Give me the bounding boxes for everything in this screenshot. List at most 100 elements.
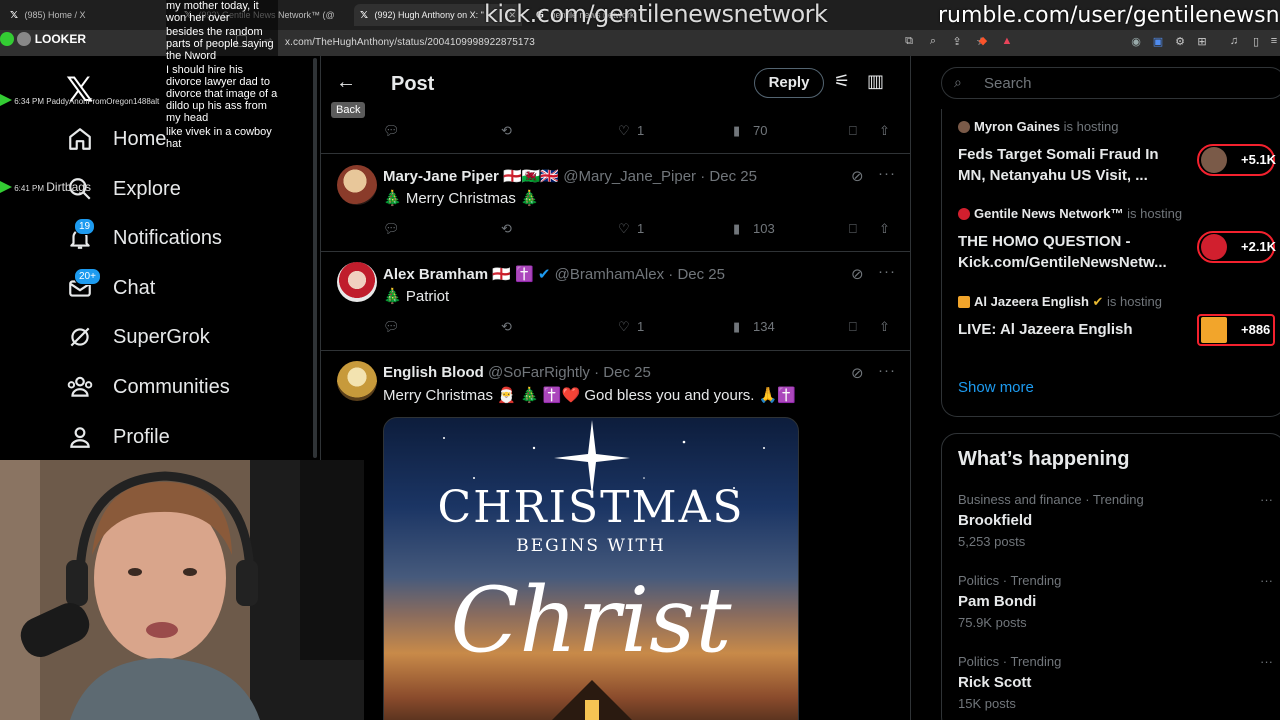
tweet-date[interactable]: Dec 25 [709, 168, 757, 185]
trend-name[interactable]: Rick Scott [958, 674, 1031, 691]
like-icon[interactable]: ♡ [618, 319, 630, 335]
avatar[interactable] [337, 165, 377, 205]
like-count: 1 [637, 123, 645, 138]
reply-icon[interactable]: 💬︎ [383, 221, 400, 237]
extension-icon[interactable]: ◉ [1128, 35, 1144, 48]
live-host-row[interactable]: Gentile News Network™ is hosting [958, 206, 1182, 221]
live-listeners-pill[interactable]: +886 [1197, 314, 1275, 346]
brave-shield-icon[interactable]: ◆ [975, 34, 991, 47]
reply-icon[interactable]: 💬︎ [383, 319, 400, 335]
avatar [17, 32, 32, 46]
like-icon[interactable]: ♡ [618, 123, 630, 139]
share-icon[interactable]: ⇪ [949, 35, 965, 48]
brave-rewards-icon[interactable]: ▲ [999, 35, 1015, 47]
grok-icon[interactable]: ⊘ [851, 265, 864, 283]
sidebar-item-communities[interactable]: Communities [64, 367, 230, 407]
avatar[interactable] [337, 262, 377, 302]
extension-icon[interactable]: ⚙ [1172, 35, 1188, 48]
retweet-icon[interactable]: ⟲ [501, 319, 512, 335]
author-name[interactable]: Alex Bramham [383, 266, 488, 283]
viewer-name: Dirtbags [46, 180, 91, 194]
live-listeners-pill[interactable]: +5.1K [1197, 144, 1277, 176]
chat-message: besides the random parts of people sayin… [166, 26, 274, 62]
views-icon[interactable]: ▮ [733, 123, 740, 139]
bookmark-icon[interactable]: ⎕ [849, 221, 857, 237]
reply-tweet[interactable]: Mary-Jane Piper 🏴󠁧󠁢󠁥󠁮󠁧󠁿🏴󠁧󠁢󠁷󠁬󠁳󠁿🇬🇧 @Mary_J… [321, 154, 910, 251]
live-listeners-pill[interactable]: +2.1K [1197, 231, 1276, 263]
home-icon [64, 123, 96, 155]
like-icon[interactable]: ♡ [618, 221, 630, 237]
address-url[interactable]: x.com/TheHughAnthony/status/200410999892… [285, 37, 535, 48]
media-icon[interactable]: ♫ [1226, 35, 1242, 47]
avatar [958, 296, 970, 308]
verified-gold-badge-icon: ✔ [1092, 294, 1104, 309]
tweet-text: Merry Christmas 🎅 🎄 ✝️❤️ God bless you a… [383, 387, 796, 404]
author-handle[interactable]: @Mary_Jane_Piper [563, 168, 696, 185]
sidebar-item-home[interactable]: Home [64, 119, 166, 159]
like-count: 1 [637, 221, 645, 236]
retweet-icon[interactable]: ⟲ [501, 123, 512, 139]
open-in-icon[interactable]: ⧉ [901, 35, 917, 48]
sidebar-scrollbar[interactable] [313, 58, 317, 458]
grok-icon[interactable]: ⊘ [851, 167, 864, 185]
grok-icon[interactable]: ⊘ [851, 364, 864, 382]
live-title[interactable]: Feds Target Somali Fraud In MN, Netanyah… [958, 144, 1178, 186]
more-icon[interactable]: ··· [1260, 654, 1273, 669]
views-count: 70 [753, 123, 768, 138]
live-title[interactable]: THE HOMO QUESTION - Kick.com/GentileNews… [958, 231, 1178, 273]
reply-tweet[interactable]: Alex Bramham 🏴󠁧󠁢󠁥󠁮󠁧󠁿 ✝️ ✔ @BramhamAlex ·… [321, 252, 910, 350]
retweet-icon[interactable]: ⟲ [501, 221, 512, 237]
tweet-text: 🎄 Merry Christmas 🎄 [383, 190, 539, 207]
browser-tab[interactable]: 𝕏 (985) Home / X [4, 4, 164, 26]
author-flags: 🏴󠁧󠁢󠁥󠁮󠁧󠁿🏴󠁧󠁢󠁷󠁬󠁳󠁿🇬🇧 [503, 168, 560, 185]
reader-view-icon[interactable]: ▥ [867, 71, 884, 92]
zoom-icon[interactable]: ⌕ [925, 35, 941, 48]
show-more-link[interactable]: Show more [958, 379, 1034, 396]
tweet-date[interactable]: Dec 25 [603, 364, 651, 381]
author-name[interactable]: Mary-Jane Piper [383, 168, 499, 185]
tweet-date[interactable]: Dec 25 [677, 266, 725, 283]
sidebar-item-notifications[interactable]: 19 Notifications [64, 218, 222, 258]
more-icon[interactable]: ··· [878, 362, 896, 379]
trend-name[interactable]: Brookfield [958, 512, 1032, 529]
live-count: +5.1K [1241, 152, 1277, 167]
views-count: 103 [753, 221, 775, 236]
author-name[interactable]: English Blood [383, 364, 484, 381]
more-icon[interactable]: ··· [878, 165, 896, 182]
search-input[interactable]: ⌕ Search [941, 67, 1280, 99]
live-host-row[interactable]: Al Jazeera English ✔ is hosting [958, 294, 1162, 310]
tweet-image[interactable]: CHRISTMAS BEGINS WITH Christ [383, 417, 799, 720]
author-handle[interactable]: @BramhamAlex [555, 266, 664, 283]
avatar [958, 208, 970, 220]
sidebar-toggle-icon[interactable]: ▯ [1248, 35, 1264, 48]
sidebar-item-profile[interactable]: Profile [64, 417, 170, 457]
more-icon[interactable]: ··· [1260, 492, 1273, 507]
communities-icon [64, 371, 96, 403]
stream-chat-overlay: my mother today, it won her over besides… [166, 0, 278, 152]
bookmark-icon[interactable]: ⎕ [849, 123, 857, 139]
trend-name[interactable]: Pam Bondi [958, 593, 1036, 610]
extensions-puzzle-icon[interactable]: ⊞ [1194, 35, 1210, 48]
avatar[interactable] [337, 361, 377, 401]
share-icon[interactable]: ⇧ [879, 319, 890, 335]
filter-sliders-icon[interactable]: ⚟ [834, 71, 850, 92]
chat-count-badge: 20+ [74, 268, 101, 285]
extension-icon[interactable]: ▣ [1150, 35, 1166, 48]
reply-icon[interactable]: 💬︎ [383, 123, 400, 139]
reply-button[interactable]: Reply [754, 68, 824, 98]
sidebar-item-supergrok[interactable]: SuperGrok [64, 317, 210, 357]
menu-icon[interactable]: ≡ [1266, 35, 1280, 47]
more-icon[interactable]: ··· [1260, 573, 1273, 588]
share-icon[interactable]: ⇧ [879, 221, 890, 237]
views-icon[interactable]: ▮ [733, 319, 740, 335]
back-button[interactable]: ← [331, 68, 361, 98]
live-title[interactable]: LIVE: Al Jazeera English [958, 319, 1178, 340]
author-handle[interactable]: @SoFarRightly [488, 364, 590, 381]
share-icon[interactable]: ⇧ [879, 123, 890, 139]
play-icon [0, 94, 12, 106]
sidebar-item-chat[interactable]: 20+ Chat [64, 268, 155, 308]
more-icon[interactable]: ··· [878, 263, 896, 280]
live-host-row[interactable]: Myron Gaines is hosting [958, 119, 1119, 134]
bookmark-icon[interactable]: ⎕ [849, 319, 857, 335]
views-icon[interactable]: ▮ [733, 221, 740, 237]
